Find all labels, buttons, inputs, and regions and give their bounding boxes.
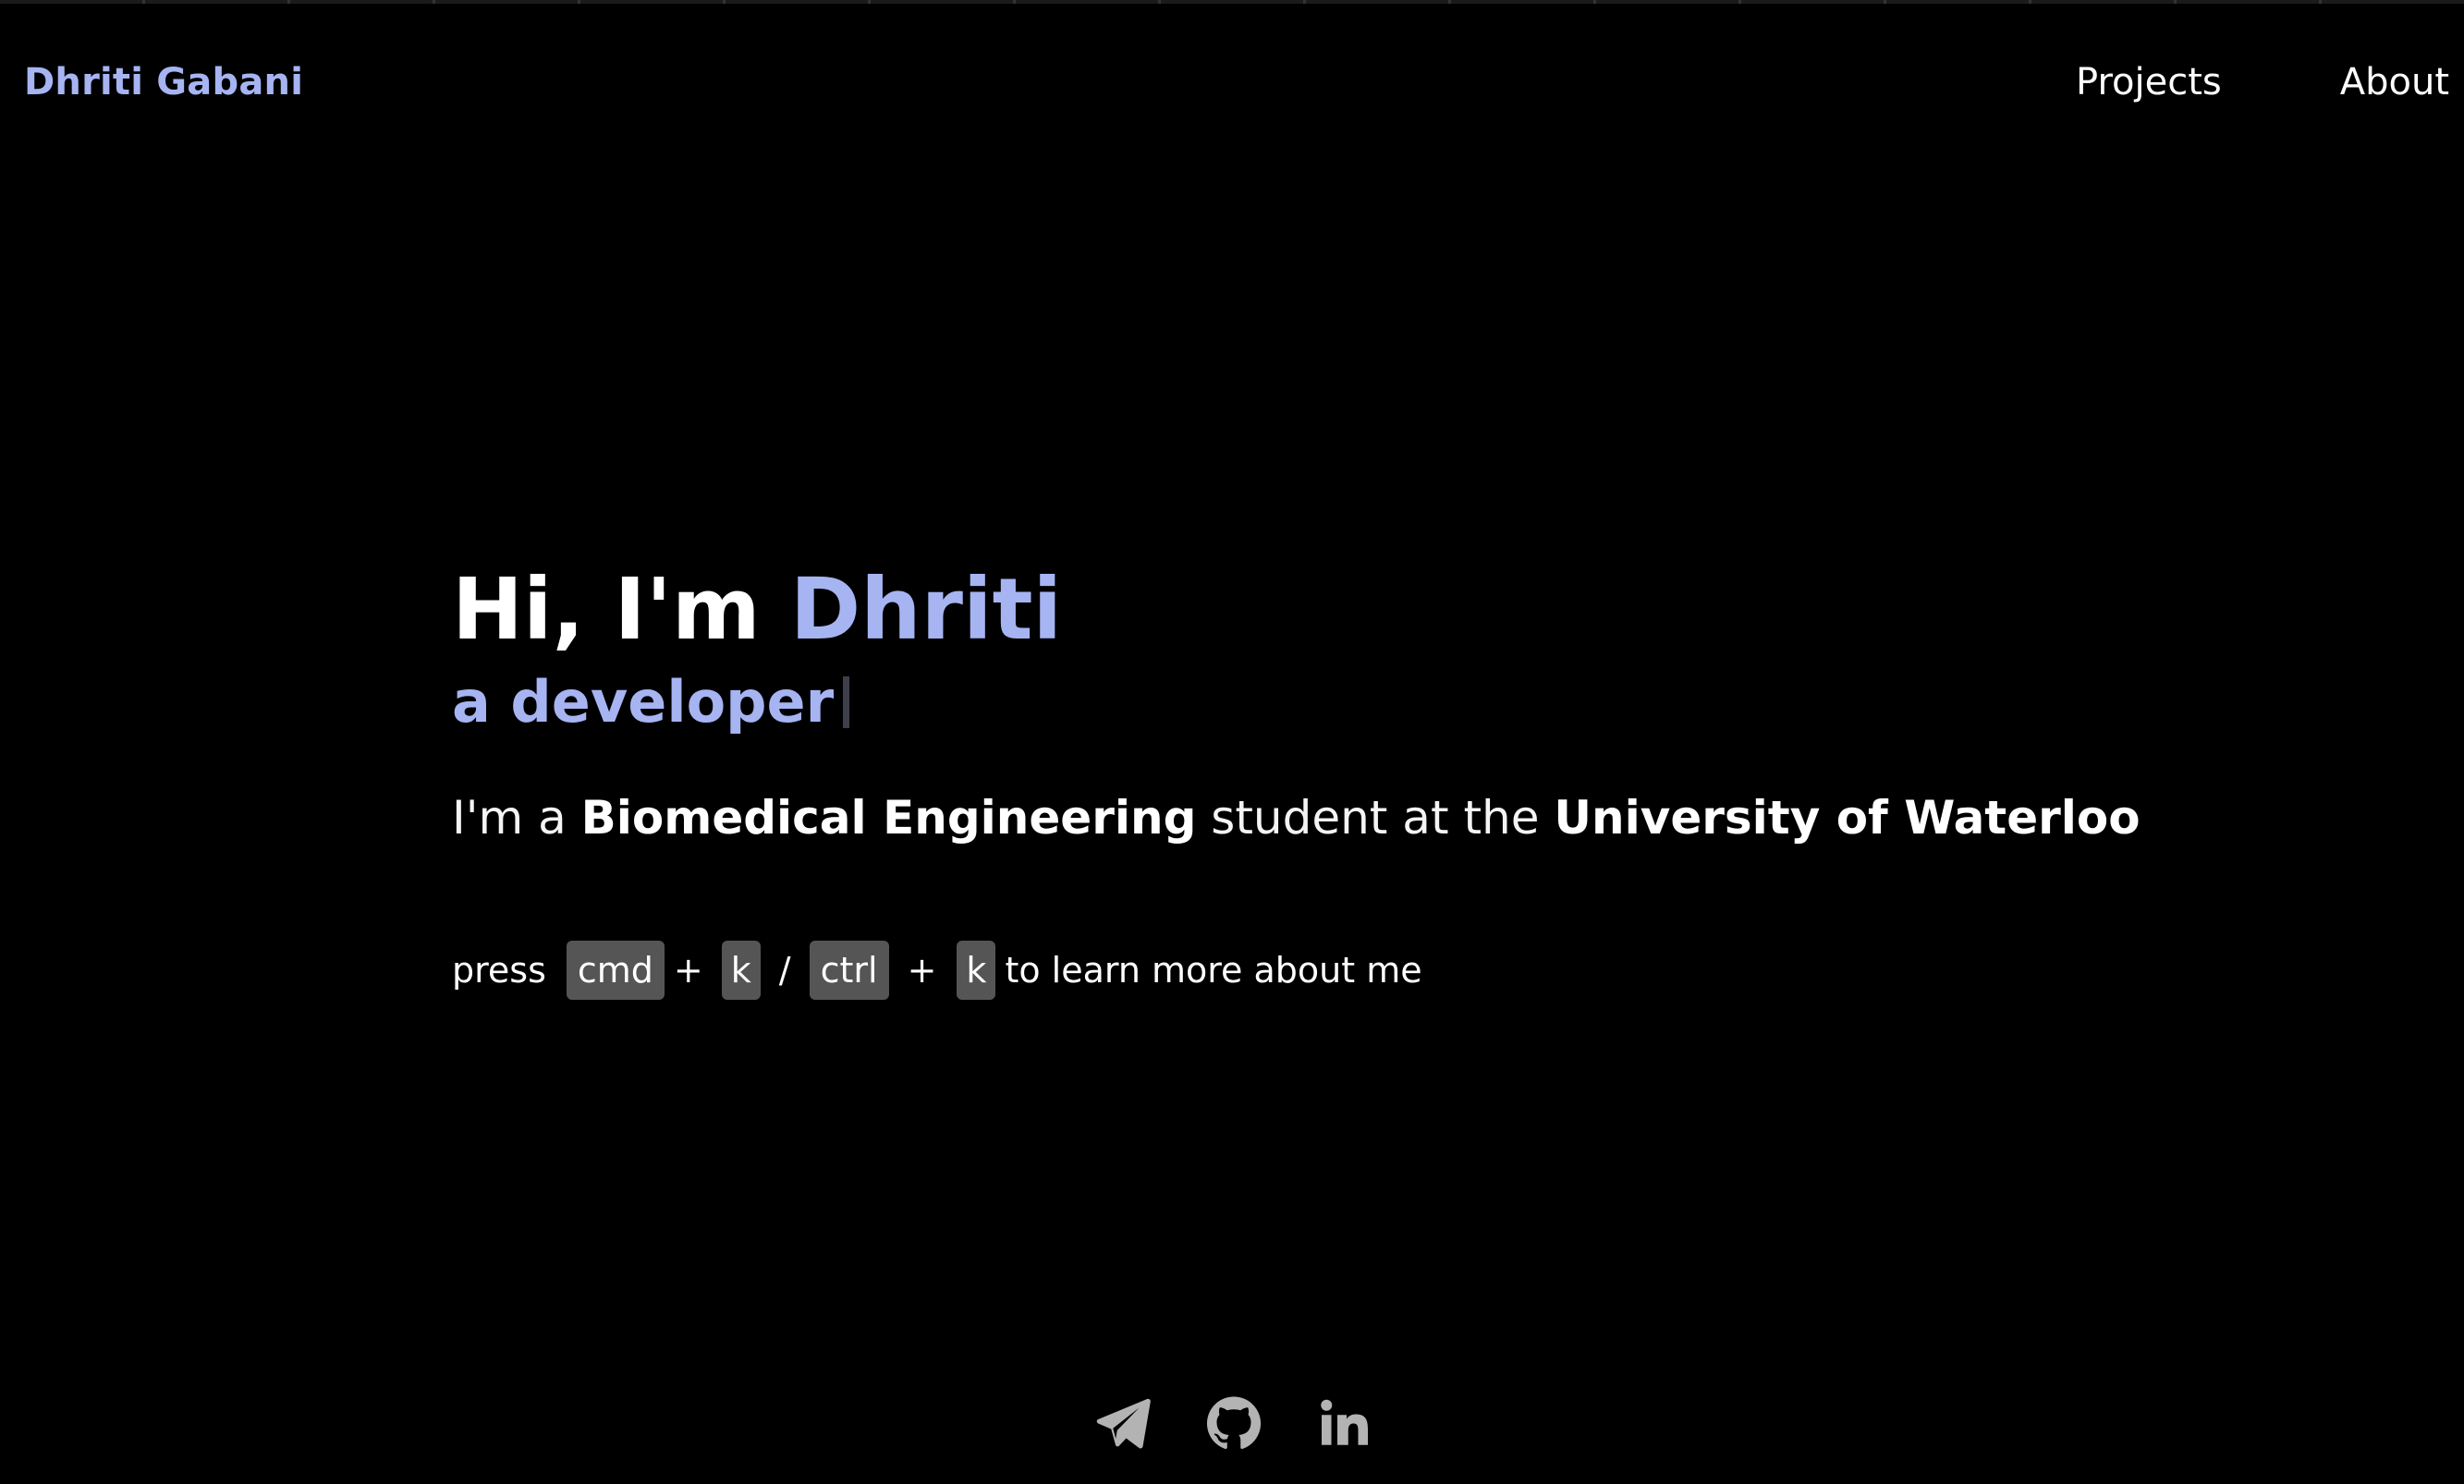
brand-link[interactable]: Dhriti Gabani <box>24 61 303 103</box>
plus-sign: + <box>907 950 937 991</box>
top-border <box>0 0 2464 4</box>
key-ctrl: ctrl <box>809 941 889 1000</box>
github-icon <box>1206 1396 1262 1450</box>
slash-separator: / <box>778 950 791 991</box>
greeting-text: Hi, I'm <box>452 560 790 659</box>
shortcut-hint: press cmd + k / ctrl + k to learn more a… <box>452 941 2300 1000</box>
hero-section: Hi, I'm Dhriti a developer I'm a Biomedi… <box>452 558 2300 1000</box>
intro-field: Biomedical Engineering <box>580 791 1197 845</box>
main-nav: Projects About <box>2076 61 2449 103</box>
linkedin-icon <box>1321 1399 1368 1445</box>
key-k: k <box>721 941 761 1000</box>
github-link[interactable] <box>1206 1395 1262 1451</box>
hero-name: Dhriti <box>789 560 1063 659</box>
typewriter-line: a developer <box>452 665 2300 739</box>
nav-item-projects[interactable]: Projects <box>2076 61 2222 103</box>
linkedin-link[interactable] <box>1317 1395 1372 1451</box>
key-k: k <box>957 941 996 1000</box>
key-cmd: cmd <box>566 941 665 1000</box>
social-links <box>1095 1395 1372 1451</box>
send-email-link[interactable] <box>1095 1395 1151 1451</box>
typed-role-text: a developer <box>452 668 835 736</box>
nav-item-about[interactable]: About <box>2340 61 2449 103</box>
shortcut-suffix: to learn more about me <box>1005 950 1422 991</box>
paper-plane-icon <box>1096 1398 1151 1449</box>
intro-school: University of Waterloo <box>1554 791 2141 845</box>
intro-paragraph: I'm a Biomedical Engineering student at … <box>452 787 2300 848</box>
intro-prefix: I'm a <box>452 791 581 845</box>
typing-cursor <box>843 676 850 728</box>
hero-headline: Hi, I'm Dhriti <box>452 558 2300 662</box>
intro-middle: student at the <box>1196 791 1555 845</box>
plus-sign: + <box>673 950 703 991</box>
press-label: press <box>452 950 546 991</box>
